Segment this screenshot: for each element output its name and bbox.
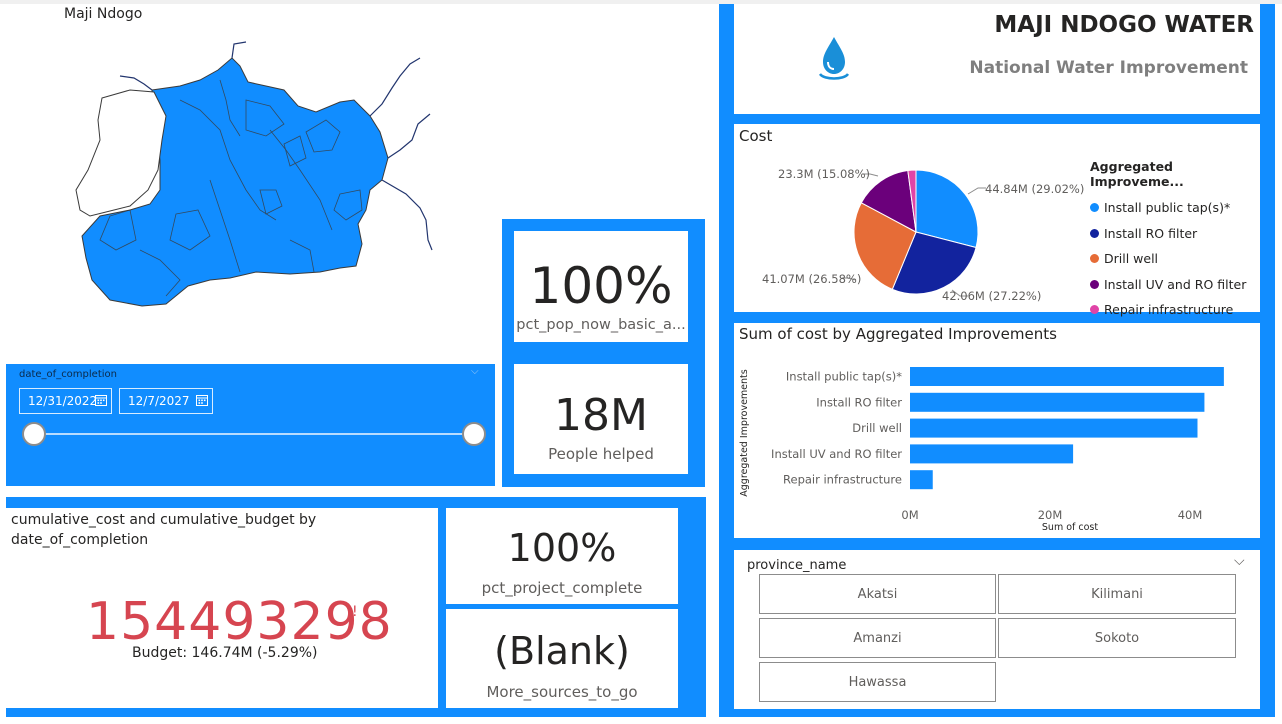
cumulative-cost-card: cumulative_cost and cumulative_budget by… (6, 508, 438, 708)
date-slider-track[interactable] (34, 433, 480, 435)
kpi-card-sources: (Blank) More_sources_to_go (446, 609, 678, 708)
kpi-card-pct-pop: 100% pct_pop_now_basic_a... (514, 231, 688, 342)
kpi-card-pct-project: 100% pct_project_complete (446, 508, 678, 604)
bar-category-label: Install public tap(s)* (786, 370, 902, 384)
end-date-value: 12/7/2027 (128, 394, 190, 408)
kpi-value: 100% (529, 257, 673, 315)
legend-marker (1090, 203, 1099, 213)
start-date-input[interactable]: 12/31/2022 (19, 388, 112, 414)
province-label: province_name (747, 558, 847, 573)
chevron-down-icon[interactable]: ⌵ (471, 366, 479, 377)
kpi-label: pct_project_complete (481, 579, 643, 597)
kpi-value: (Blank) (494, 629, 630, 673)
bar-category-label: Install UV and RO filter (771, 447, 902, 461)
province-option-hawassa[interactable]: Hawassa (759, 662, 996, 702)
right-column: MAJI NDOGO WATER National Water Improvem… (719, 4, 1275, 717)
cost-bar-card: Sum of cost by Aggregated Improvements A… (734, 323, 1260, 538)
bar-y-axis-label: Aggregated Improvements (739, 369, 750, 496)
bar[interactable] (910, 444, 1074, 464)
legend-label: Drill well (1104, 251, 1159, 267)
warning-flag: ! (352, 604, 358, 620)
chevron-down-icon[interactable]: ⌵ (1234, 553, 1245, 569)
bar[interactable] (910, 367, 1224, 386)
kpi-label: More_sources_to_go (486, 683, 638, 701)
bar-category-label: Repair infrastructure (783, 473, 902, 487)
bar-category-label: Install RO filter (816, 395, 902, 409)
legend-item[interactable]: Install UV and RO filter (1090, 272, 1258, 298)
bar-x-axis-label: Sum of cost (1042, 522, 1098, 533)
dashboard-subtitle: National Water Improvement (969, 58, 1248, 78)
date-filter-panel: date_of_completion ⌵ 12/31/2022 12/7/202… (6, 364, 495, 486)
slider-start-handle[interactable] (22, 422, 46, 446)
legend-marker (1090, 279, 1099, 289)
pie-data-label: 41.07M (26.58%) (762, 272, 861, 286)
legend-label: Install RO filter (1104, 225, 1198, 241)
bar-x-tick-label: 40M (1178, 508, 1203, 522)
pie-data-label: 44.84M (29.02%) (985, 182, 1084, 196)
pie-chart[interactable]: 44.84M (29.02%) 42.06M (27.22%) 41.07M (… (734, 124, 1094, 312)
start-date-value: 12/31/2022 (28, 394, 98, 408)
province-option-kilimani[interactable]: Kilimani (998, 574, 1236, 614)
province-slicer: province_name ⌵ Akatsi Kilimani Amanzi S… (734, 550, 1260, 709)
bar-x-tick-label: 20M (1038, 508, 1063, 522)
pie-data-label: 23.3M (15.08%) (778, 167, 870, 181)
pie-data-label: 42.06M (27.22%) (942, 289, 1041, 303)
budget-comparison: Budget: 146.74M (-5.29%) (132, 645, 318, 661)
kpi-card-people-helped: 18M People helped (514, 364, 688, 474)
date-filter-label: date_of_completion (19, 369, 117, 380)
cumulative-title: cumulative_cost and cumulative_budget by… (11, 512, 317, 548)
pie-legend: Aggregated Improveme... Install public t… (1090, 159, 1258, 323)
dashboard-title: MAJI NDOGO WATER (994, 12, 1254, 38)
bar-chart[interactable]: Aggregated Improvements Sum of cost Inst… (734, 323, 1260, 538)
water-drop-icon (818, 37, 850, 80)
end-date-input[interactable]: 12/7/2027 (119, 388, 213, 414)
header-card: MAJI NDOGO WATER National Water Improvem… (734, 4, 1260, 114)
bar[interactable] (910, 470, 933, 490)
cumulative-value: 154493298 (86, 592, 393, 652)
kpi-column: 100% pct_pop_now_basic_a... 18M People h… (502, 219, 705, 487)
legend-title: Aggregated Improveme... (1090, 159, 1184, 189)
province-option-sokoto[interactable]: Sokoto (998, 618, 1236, 658)
bar-x-tick-label: 0M (901, 508, 918, 522)
kpi-label: pct_pop_now_basic_a... (516, 317, 686, 333)
cost-pie-card: Cost 44.84M (29.02%) 42.06M (27.22%) 41.… (734, 124, 1260, 317)
map-title: Maji Ndogo (64, 6, 143, 22)
map-visual[interactable] (70, 40, 440, 310)
legend-item[interactable]: Drill well (1090, 246, 1258, 272)
bar[interactable] (910, 418, 1198, 438)
legend-marker (1090, 228, 1099, 238)
legend-marker (1090, 305, 1099, 315)
calendar-icon[interactable] (196, 394, 208, 406)
legend-label: Repair infrastructure (1104, 302, 1234, 318)
calendar-icon[interactable] (95, 394, 107, 406)
kpi-label: People helped (548, 445, 654, 463)
legend-item[interactable]: Install RO filter (1090, 221, 1258, 247)
kpi-value: 18M (554, 390, 648, 441)
bar-category-label: Drill well (852, 421, 902, 435)
province-option-akatsi[interactable]: Akatsi (759, 574, 996, 614)
kpi-value: 100% (507, 526, 617, 570)
legend-marker (1090, 254, 1099, 264)
province-option-amanzi[interactable]: Amanzi (759, 618, 996, 658)
legend-label: Install UV and RO filter (1104, 276, 1247, 292)
legend-item[interactable]: Repair infrastructure (1090, 297, 1258, 323)
legend-label: Install public tap(s)* (1104, 200, 1231, 216)
bar[interactable] (910, 392, 1205, 412)
slider-end-handle[interactable] (462, 422, 486, 446)
legend-item[interactable]: Install public tap(s)* (1090, 195, 1258, 221)
